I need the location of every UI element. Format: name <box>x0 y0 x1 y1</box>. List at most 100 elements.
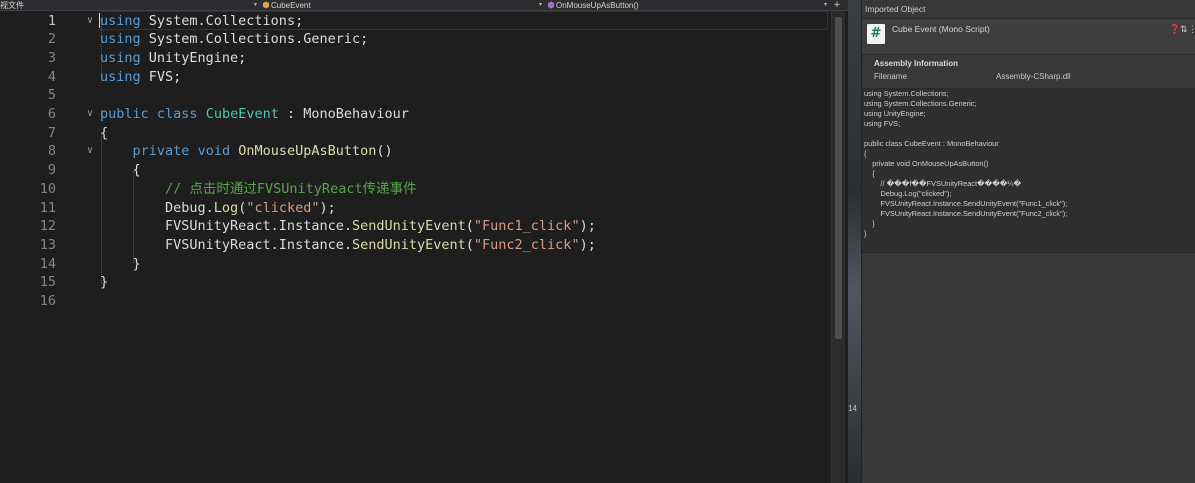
code-token: } <box>100 274 109 291</box>
code-token: using <box>100 49 141 66</box>
code-text: FVSUnityReact.Instance.SendUnityEvent("F… <box>100 217 596 236</box>
line-number: 4 <box>47 68 56 85</box>
code-token: ( <box>465 236 474 253</box>
chevron-down-icon[interactable]: ▾ <box>254 0 257 11</box>
code-text: using FVS; <box>100 68 181 87</box>
code-line[interactable]: 10 // 点击时通过FVSUnityReact传递事件 <box>0 180 831 199</box>
line-number: 11 <box>39 199 56 216</box>
inspector-title: Imported Object <box>862 0 1195 19</box>
filename-value: Assembly-CSharp.dll <box>996 72 1071 81</box>
preview-line: using FVS; <box>864 119 901 128</box>
code-text: Debug.Log("clicked"); <box>100 199 336 218</box>
code-line[interactable]: 16 <box>0 292 831 311</box>
preview-line: private void OnMouseUpAsButton() <box>864 159 989 168</box>
line-number: 12 <box>39 218 56 235</box>
code-line[interactable]: 14 } <box>0 255 831 274</box>
code-text: } <box>100 255 141 274</box>
nav-file-dropdown[interactable]: 视文件 <box>0 0 252 11</box>
code-line[interactable]: 12 FVSUnityReact.Instance.SendUnityEvent… <box>0 217 831 236</box>
code-area[interactable]: 1 ∨ using System.Collections; 2 using System… <box>0 11 831 483</box>
preview-line: // ���f��FVSUnityReact����¼� <box>864 179 1022 188</box>
line-number: 7 <box>47 124 56 141</box>
code-line[interactable]: 3 using UnityEngine; <box>0 49 831 68</box>
code-text: { <box>100 161 141 180</box>
settings-icon[interactable]: ⇅ <box>1180 24 1188 35</box>
code-token: FVSUnityReact.Instance. <box>100 218 352 235</box>
code-token: ( <box>465 218 474 235</box>
vertical-scrollbar[interactable] <box>831 11 845 483</box>
assembly-info-section: Assembly Information Filename Assembly-C… <box>862 55 1195 89</box>
preview-line: { <box>864 149 867 158</box>
add-icon[interactable]: + <box>831 0 843 11</box>
object-name: Cube Event (Mono Script) <box>892 24 990 34</box>
code-token: FVS; <box>140 68 182 85</box>
more-icon[interactable]: ⋮ <box>1188 24 1195 35</box>
code-token: } <box>100 255 141 272</box>
code-text: { <box>100 124 108 143</box>
code-text: using System.Collections; <box>100 12 303 31</box>
code-token: ); <box>319 199 336 216</box>
code-line[interactable]: 4 using FVS; <box>0 68 831 87</box>
code-token: "clicked" <box>246 199 320 216</box>
nav-method-label: OnMouseUpAsButton() <box>556 1 639 10</box>
fold-toggle-icon[interactable]: ∨ <box>87 105 97 124</box>
code-token: using <box>100 68 141 85</box>
navigation-bar: 视文件 ▾ CubeEvent ▾ OnMouseUpAsButton() ▾ … <box>0 0 848 11</box>
fold-toggle-icon[interactable]: ∨ <box>87 12 97 31</box>
object-header: # Cube Event (Mono Script) ❓ ⇅ ⋮ <box>862 19 1195 55</box>
code-line[interactable]: 7{ <box>0 124 831 143</box>
preview-line: Debug.Log("clicked"); <box>864 189 952 198</box>
code-line[interactable]: 1 ∨ using System.Collections; <box>0 12 831 31</box>
code-line[interactable]: 6 ∨ public class CubeEvent : MonoBehaviour <box>0 105 831 124</box>
code-token: OnMouseUpAsButton <box>238 143 377 160</box>
code-token: System.Collections.Generic; <box>140 31 369 48</box>
code-text: using UnityEngine; <box>100 49 246 68</box>
fold-toggle-icon[interactable]: ∨ <box>87 142 97 161</box>
line-number: 13 <box>39 236 56 253</box>
code-line[interactable]: 2 using System.Collections.Generic; <box>0 30 831 49</box>
code-token: Log <box>213 199 239 216</box>
code-token: "Func1_click" <box>473 218 580 235</box>
preview-line: } <box>864 219 875 228</box>
line-number: 3 <box>47 49 56 66</box>
code-text: using System.Collections.Generic; <box>100 30 368 49</box>
code-token: SendUnityEvent <box>351 218 466 235</box>
code-token: FVSUnityReact.Instance. <box>100 236 352 253</box>
code-token: { <box>100 124 109 141</box>
nav-class-dropdown[interactable]: CubeEvent <box>262 0 537 11</box>
code-token: private <box>132 143 190 160</box>
code-line[interactable]: 11 Debug.Log("clicked"); <box>0 199 831 218</box>
code-line[interactable]: 15} <box>0 273 831 292</box>
code-line[interactable]: 8 ∨ private void OnMouseUpAsButton() <box>0 142 831 161</box>
scrollbar-thumb[interactable] <box>835 17 842 339</box>
line-number: 8 <box>47 143 56 160</box>
code-token: class <box>156 106 198 122</box>
preview-line: using UnityEngine; <box>864 109 926 118</box>
filename-label: Filename <box>874 72 907 81</box>
code-line[interactable]: 5 <box>0 86 831 105</box>
inspector-empty-area <box>862 253 1195 483</box>
help-icon[interactable]: ❓ <box>1169 24 1180 35</box>
chevron-down-icon[interactable]: ▾ <box>539 0 542 11</box>
code-editor[interactable]: 视文件 ▾ CubeEvent ▾ OnMouseUpAsButton() ▾ … <box>0 0 848 483</box>
nav-class-label: CubeEvent <box>271 1 311 10</box>
code-line[interactable]: 13 FVSUnityReact.Instance.SendUnityEvent… <box>0 236 831 255</box>
code-token: ); <box>579 218 596 235</box>
preview-line: } <box>864 229 867 238</box>
preview-line: public class CubeEvent : MonoBehaviour <box>864 139 999 148</box>
script-preview: using System.Collections; using System.Co… <box>862 89 1195 253</box>
code-token: Debug. <box>100 199 214 216</box>
code-text: private void OnMouseUpAsButton() <box>100 142 393 161</box>
chevron-down-icon[interactable]: ▾ <box>824 0 827 11</box>
scene-view-strip: 14 <box>848 0 862 483</box>
nav-file-label: 视文件 <box>0 1 24 10</box>
nav-method-dropdown[interactable]: OnMouseUpAsButton() <box>547 0 825 11</box>
line-number: 9 <box>47 162 56 179</box>
code-token: public <box>100 106 149 122</box>
code-line[interactable]: 9 { <box>0 161 831 180</box>
